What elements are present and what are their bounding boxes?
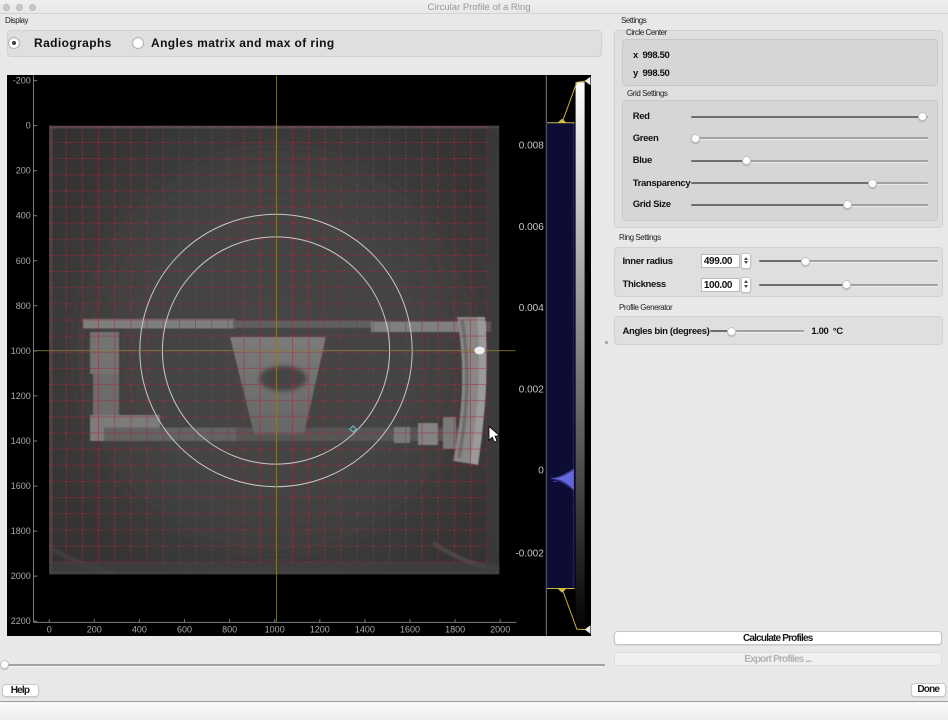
- svg-text:2200: 2200: [11, 616, 31, 626]
- svg-text:-200: -200: [13, 76, 31, 86]
- svg-text:1000: 1000: [265, 625, 285, 635]
- svg-text:1400: 1400: [11, 436, 31, 446]
- svg-text:400: 400: [132, 625, 147, 635]
- svg-text:0.006: 0.006: [519, 222, 544, 233]
- svg-text:1600: 1600: [11, 481, 31, 491]
- svg-text:1400: 1400: [355, 625, 375, 635]
- svg-text:400: 400: [16, 211, 31, 221]
- svg-text:0.004: 0.004: [519, 303, 544, 314]
- svg-text:1800: 1800: [11, 526, 31, 536]
- svg-text:800: 800: [222, 625, 237, 635]
- svg-text:1800: 1800: [445, 625, 465, 635]
- svg-text:0: 0: [538, 466, 544, 477]
- svg-text:200: 200: [16, 166, 31, 176]
- svg-text:200: 200: [87, 625, 102, 635]
- svg-text:0: 0: [26, 121, 31, 131]
- svg-text:2000: 2000: [11, 571, 31, 581]
- svg-text:1600: 1600: [400, 625, 420, 635]
- svg-text:800: 800: [16, 301, 31, 311]
- svg-text:1000: 1000: [11, 346, 31, 356]
- svg-text:0.002: 0.002: [519, 385, 544, 396]
- svg-text:0: 0: [47, 625, 52, 635]
- svg-text:-0.002: -0.002: [515, 548, 544, 559]
- svg-text:0.008: 0.008: [519, 141, 544, 152]
- svg-text:2000: 2000: [490, 625, 510, 635]
- svg-text:1200: 1200: [11, 391, 31, 401]
- svg-text:600: 600: [16, 256, 31, 266]
- svg-text:1200: 1200: [310, 625, 330, 635]
- svg-text:600: 600: [177, 625, 192, 635]
